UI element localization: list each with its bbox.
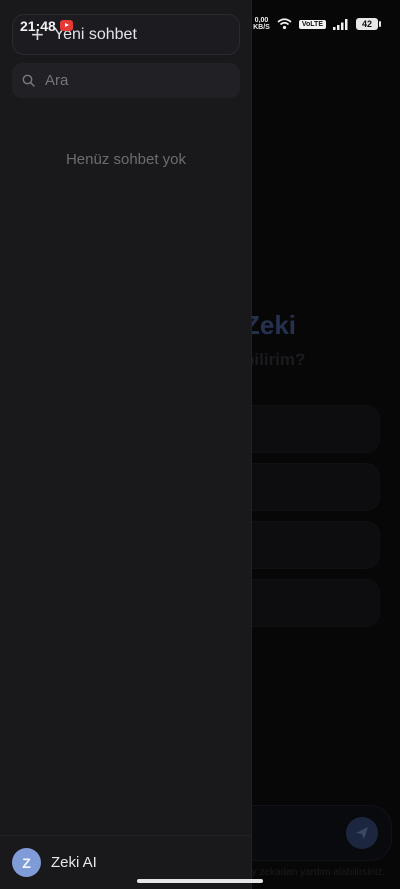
signal-icon <box>333 18 348 30</box>
network-speed-unit: KB/S <box>253 24 270 31</box>
home-indicator[interactable] <box>137 879 263 883</box>
profile-name: Zeki AI <box>51 854 97 871</box>
wifi-icon <box>277 18 292 30</box>
network-speed-value: 0,00 <box>254 17 269 24</box>
network-speed: 0,00 KB/S <box>253 17 270 31</box>
search-icon <box>22 74 35 87</box>
empty-state-text: Henüz sohbet yok <box>65 151 187 168</box>
youtube-icon <box>60 20 73 31</box>
chat-history-drawer: + Yeni sohbet Henüz sohbet yok Z Zeki AI <box>0 0 252 889</box>
status-time: 21:48 <box>20 18 56 34</box>
search-box[interactable] <box>12 63 240 98</box>
volte-badge: VoLTE <box>298 19 326 29</box>
search-input[interactable] <box>45 72 225 89</box>
status-icons: 0,00 KB/S VoLTE 42 <box>253 17 381 31</box>
status-bar: 21:48 0,00 KB/S VoLTE 42 <box>0 0 400 44</box>
avatar: Z <box>12 848 41 877</box>
battery-icon: 42 <box>356 18 381 30</box>
